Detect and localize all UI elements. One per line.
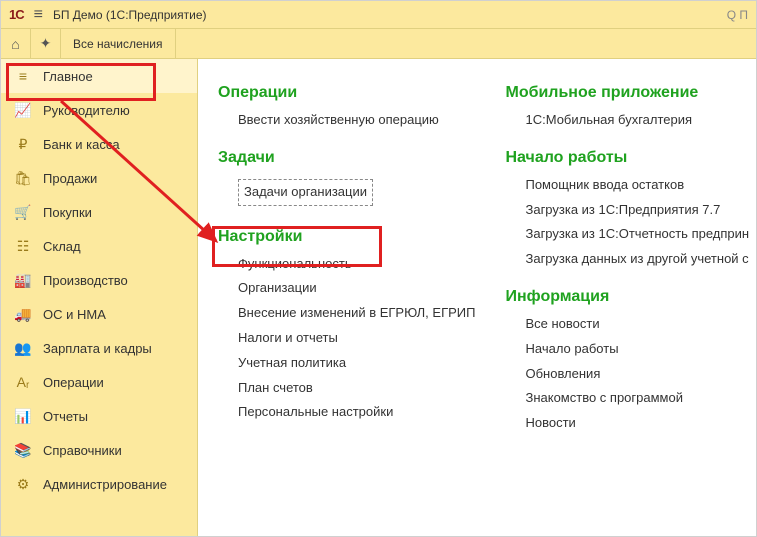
content: Операции Ввести хозяйственную операцию Зад… [198, 59, 756, 536]
link-item[interactable]: Задачи организации [238, 179, 373, 206]
sidebar-item-7[interactable]: 🚚 ОС и НМА [1, 297, 197, 331]
logo-1c: 1С [9, 7, 24, 22]
main-menu-icon[interactable]: ≡ [34, 6, 43, 24]
sidebar-item-0[interactable]: ≡ Главное [1, 59, 197, 93]
sidebar-item-3[interactable]: 🛍 Продажи [1, 161, 197, 195]
link-item[interactable]: Новости [525, 413, 749, 434]
section-title: Начало работы [505, 149, 749, 167]
main-area: ≡ Главное 📈 Руководителю ₽ Банк и касса 🛍 Прода… [1, 59, 756, 536]
sidebar-item-label: ОС и НМА [43, 307, 106, 322]
menu-icon: ≡ [13, 68, 33, 84]
sidebar-item-1[interactable]: 📈 Руководителю [1, 93, 197, 127]
content-col-2: Мобильное приложение 1С:Мобильная бухгалт… [485, 59, 756, 536]
section-title: Мобильное приложение [505, 84, 749, 102]
link-item[interactable]: Начало работы [525, 339, 749, 360]
link-item[interactable]: Все новости [525, 314, 749, 335]
link-item[interactable]: План счетов [238, 378, 475, 399]
sidebar-item-label: Зарплата и кадры [43, 341, 152, 356]
sidebar-item-5[interactable]: ☷ Склад [1, 229, 197, 263]
sidebar-item-label: Склад [43, 239, 81, 254]
sidebar-item-label: Продажи [43, 171, 97, 186]
sidebar-item-label: Производство [43, 273, 128, 288]
sidebar-item-8[interactable]: 👥 Зарплата и кадры [1, 331, 197, 365]
sidebar-item-12[interactable]: ⚙ Администрирование [1, 467, 197, 501]
sidebar-item-6[interactable]: 🏭 Производство [1, 263, 197, 297]
sidebar-item-11[interactable]: 📚 Справочники [1, 433, 197, 467]
sidebar-item-10[interactable]: 📊 Отчеты [1, 399, 197, 433]
link-item[interactable]: Загрузка из 1С:Отчетность предприн [525, 224, 749, 245]
chart-icon: 📈 [13, 102, 33, 119]
sidebar: ≡ Главное 📈 Руководителю ₽ Банк и касса 🛍 Прода… [1, 59, 198, 536]
operations-icon: Аᵣ [13, 374, 33, 390]
link-item[interactable]: Функциональность [238, 254, 475, 275]
tab-all-accruals[interactable]: Все начисления [61, 29, 176, 58]
sidebar-item-label: Операции [43, 375, 104, 390]
link-item[interactable]: Знакомство с программой [525, 388, 749, 409]
sidebar-item-label: Справочники [43, 443, 122, 458]
link-item[interactable]: Загрузка данных из другой учетной с [525, 249, 749, 270]
sidebar-item-label: Администрирование [43, 477, 167, 492]
home-button[interactable]: ⌂ [1, 29, 31, 58]
link-item[interactable]: Налоги и отчеты [238, 328, 475, 349]
window-title: БП Демо (1С:Предприятие) [53, 8, 207, 22]
sidebar-item-label: Покупки [43, 205, 92, 220]
link-item[interactable]: Ввести хозяйственную операцию [238, 110, 475, 131]
title-right-controls: Q П [727, 8, 748, 22]
link-item[interactable]: Персональные настройки [238, 402, 475, 423]
home-icon: ⌂ [11, 36, 19, 52]
section-title: Настройки [218, 228, 475, 246]
sidebar-item-2[interactable]: ₽ Банк и касса [1, 127, 197, 161]
section-title: Операции [218, 84, 475, 102]
link-item[interactable]: Внесение изменений в ЕГРЮЛ, ЕГРИП [238, 303, 475, 324]
report-icon: 📊 [13, 408, 33, 425]
section-title: Информация [505, 288, 749, 306]
link-item[interactable]: Загрузка из 1С:Предприятия 7.7 [525, 200, 749, 221]
sidebar-item-label: Главное [43, 69, 93, 84]
sidebar-item-label: Отчеты [43, 409, 88, 424]
link-item[interactable]: Помощник ввода остатков [525, 175, 749, 196]
toolbar: ⌂ ✦ Все начисления [1, 29, 756, 59]
sidebar-item-label: Банк и касса [43, 137, 120, 152]
sidebar-item-9[interactable]: Аᵣ Операции [1, 365, 197, 399]
truck-icon: 🚚 [13, 306, 33, 323]
cart-icon: 🛒 [13, 204, 33, 221]
sidebar-item-label: Руководителю [43, 103, 130, 118]
sidebar-item-4[interactable]: 🛒 Покупки [1, 195, 197, 229]
content-col-1: Операции Ввести хозяйственную операцию Зад… [198, 59, 485, 536]
link-item[interactable]: Учетная политика [238, 353, 475, 374]
books-icon: 📚 [13, 442, 33, 459]
bag-icon: 🛍 [13, 170, 33, 187]
people-icon: 👥 [13, 340, 33, 357]
chat-icon: ✦ [40, 35, 52, 52]
link-item[interactable]: 1С:Мобильная бухгалтерия [525, 110, 749, 131]
chat-button[interactable]: ✦ [31, 29, 61, 58]
boxes-icon: ☷ [13, 238, 33, 255]
title-bar: 1С ≡ БП Демо (1С:Предприятие) Q П [1, 1, 756, 29]
link-item[interactable]: Организации [238, 278, 475, 299]
gear-icon: ⚙ [13, 476, 33, 493]
factory-icon: 🏭 [13, 272, 33, 289]
section-title: Задачи [218, 149, 475, 167]
ruble-icon: ₽ [13, 136, 33, 153]
link-item[interactable]: Обновления [525, 364, 749, 385]
